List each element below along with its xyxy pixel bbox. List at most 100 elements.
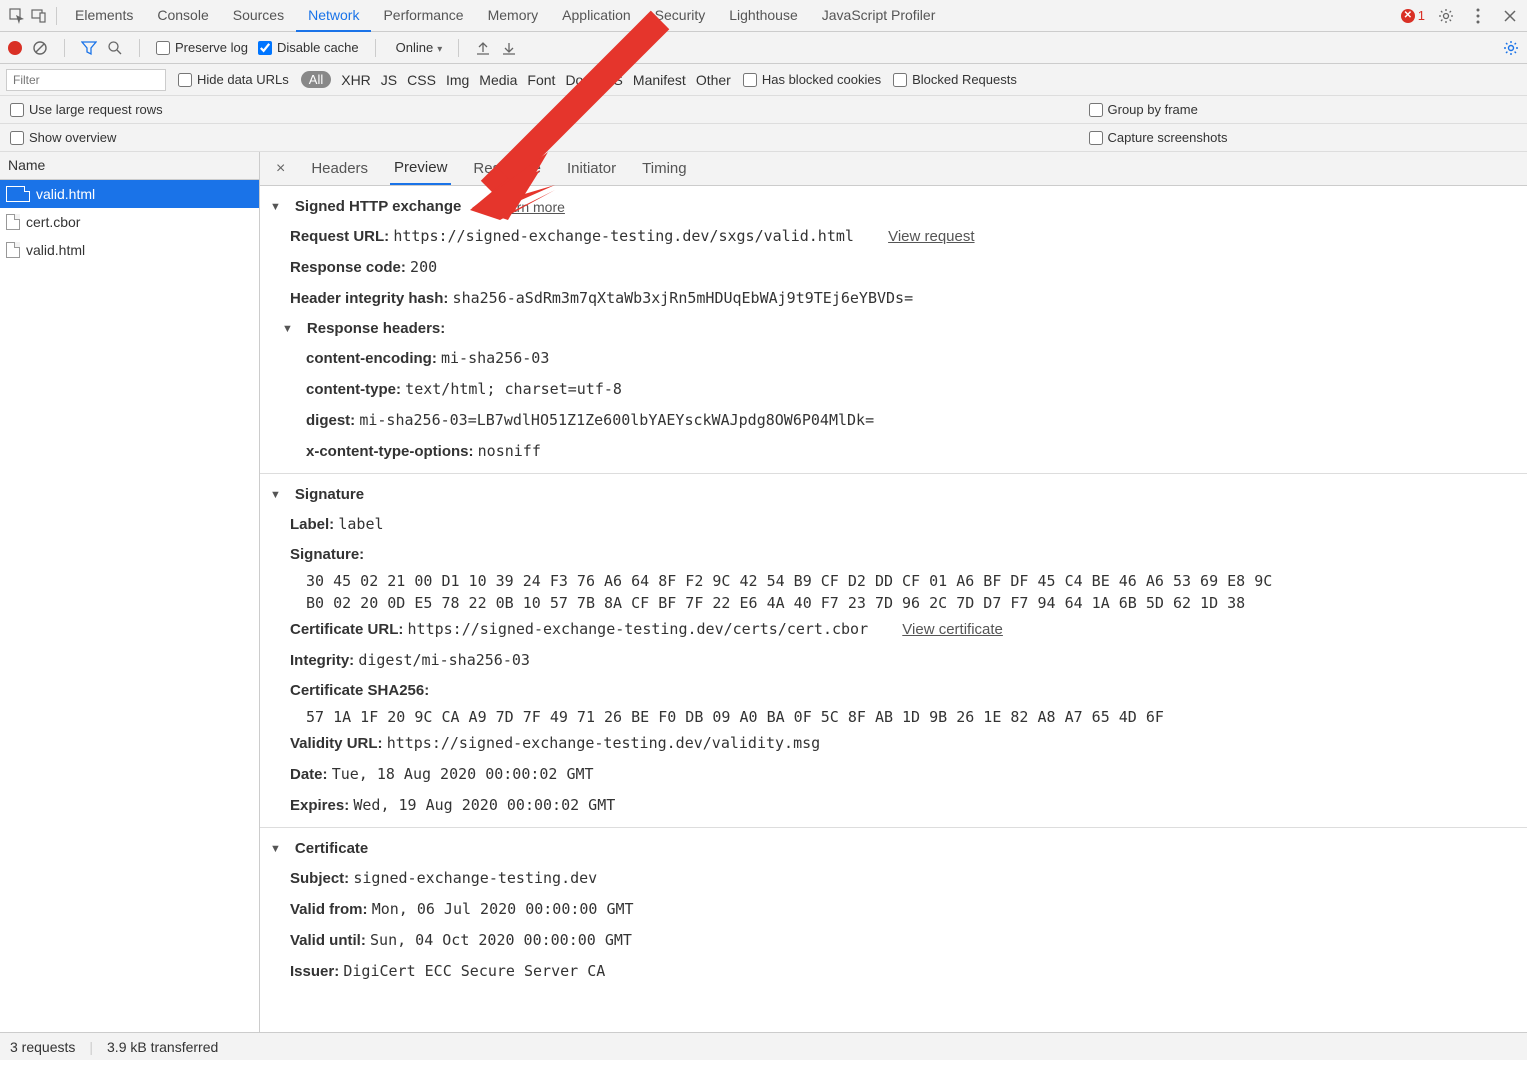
section-certificate-header[interactable]: ▼ Certificate	[260, 834, 1527, 863]
request-name: cert.cbor	[26, 214, 80, 230]
search-icon[interactable]	[107, 40, 123, 56]
cert-sha256-value: 57 1A 1F 20 9C CA A9 7D 7F 49 71 26 BE F…	[260, 706, 1527, 728]
devtools-top-bar: Elements Console Sources Network Perform…	[0, 0, 1527, 32]
rh-value: text/html; charset=utf-8	[405, 380, 622, 398]
rh-key: digest:	[306, 412, 355, 429]
separator	[139, 39, 140, 57]
throttling-select[interactable]: Online	[392, 40, 443, 55]
disable-cache-checkbox[interactable]: Disable cache	[258, 40, 359, 55]
section-response-headers[interactable]: ▼ Response headers:	[260, 314, 1527, 343]
valid-from-key: Valid from:	[290, 901, 368, 918]
download-har-icon[interactable]	[501, 40, 517, 56]
filter-type-other[interactable]: Other	[696, 72, 731, 88]
separator	[64, 39, 65, 57]
dtab-timing[interactable]: Timing	[638, 153, 690, 184]
tab-performance[interactable]: Performance	[371, 0, 475, 32]
subject-value: signed-exchange-testing.dev	[353, 869, 597, 887]
close-detail-icon[interactable]: ×	[272, 160, 289, 178]
filter-type-xhr[interactable]: XHR	[341, 72, 371, 88]
valid-until-key: Valid until:	[290, 932, 366, 949]
clear-icon[interactable]	[32, 40, 48, 56]
tab-memory[interactable]: Memory	[476, 0, 551, 32]
tab-jsprofiler[interactable]: JavaScript Profiler	[810, 0, 948, 32]
dtab-preview[interactable]: Preview	[390, 152, 451, 185]
section-signature-header[interactable]: ▼ Signature	[260, 480, 1527, 509]
request-url-value: https://signed-exchange-testing.dev/sxgs…	[393, 227, 854, 245]
view-certificate-link[interactable]: View certificate	[902, 621, 1003, 638]
upload-har-icon[interactable]	[475, 40, 491, 56]
valid-from-value: Mon, 06 Jul 2020 00:00:00 GMT	[372, 900, 634, 918]
tab-sources[interactable]: Sources	[221, 0, 296, 32]
request-row[interactable]: valid.html	[0, 236, 259, 264]
request-row[interactable]: cert.cbor	[0, 208, 259, 236]
has-blocked-cookies-checkbox[interactable]: Has blocked cookies	[743, 72, 881, 87]
close-devtools-icon[interactable]	[1499, 5, 1521, 27]
group-by-frame-checkbox[interactable]: Group by frame	[1089, 102, 1198, 117]
tab-elements[interactable]: Elements	[63, 0, 145, 32]
kv-rh-0: content-encoding: mi-sha256-03	[260, 343, 1527, 374]
preserve-log-label: Preserve log	[175, 40, 248, 55]
filter-type-img[interactable]: Img	[446, 72, 469, 88]
settings-gear-icon[interactable]	[1435, 5, 1457, 27]
show-overview-checkbox[interactable]: Show overview	[10, 130, 116, 145]
status-divider: |	[89, 1039, 93, 1055]
network-settings-icon[interactable]	[1503, 40, 1519, 56]
request-row[interactable]: valid.html	[0, 180, 259, 208]
dtab-response[interactable]: Response	[469, 153, 545, 184]
more-icon[interactable]	[1467, 5, 1489, 27]
filter-input[interactable]	[6, 69, 166, 91]
dtab-initiator[interactable]: Initiator	[563, 153, 620, 184]
section-sxg-title: Signed HTTP exchange	[295, 198, 461, 215]
kv-valid-until: Valid until: Sun, 04 Oct 2020 00:00:00 G…	[260, 925, 1527, 956]
capture-screenshots-checkbox[interactable]: Capture screenshots	[1089, 130, 1228, 145]
filter-icon[interactable]	[81, 40, 97, 56]
error-count[interactable]: ✕ 1	[1401, 8, 1425, 23]
filter-type-all[interactable]: All	[301, 71, 331, 88]
blocked-requests-checkbox[interactable]: Blocked Requests	[893, 72, 1017, 87]
tab-security[interactable]: Security	[643, 0, 718, 32]
signature-hex-2: B0 02 20 0D E5 78 22 0B 10 57 7B 8A CF B…	[260, 592, 1527, 614]
filter-type-manifest[interactable]: Manifest	[633, 72, 686, 88]
subject-key: Subject:	[290, 870, 349, 887]
rh-key: x-content-type-options:	[306, 443, 473, 460]
kv-rh-1: content-type: text/html; charset=utf-8	[260, 374, 1527, 405]
hide-data-urls-checkbox[interactable]: Hide data URLs	[178, 72, 289, 87]
learn-more-link[interactable]: Learn more	[493, 199, 565, 215]
filter-type-font[interactable]: Font	[527, 72, 555, 88]
view-request-link[interactable]: View request	[888, 228, 974, 245]
filter-type-doc[interactable]: Doc	[565, 72, 590, 88]
expires-value: Wed, 19 Aug 2020 00:00:02 GMT	[353, 796, 615, 814]
detail-tabs: × Headers Preview Response Initiator Tim…	[260, 152, 1527, 186]
integrity-key: Integrity:	[290, 652, 354, 669]
use-large-rows-checkbox[interactable]: Use large request rows	[10, 102, 163, 117]
filter-type-media[interactable]: Media	[479, 72, 517, 88]
kv-rh-3: x-content-type-options: nosniff	[260, 436, 1527, 467]
inspect-icon[interactable]	[6, 5, 28, 27]
kv-integrity: Integrity: digest/mi-sha256-03	[260, 645, 1527, 676]
filter-type-css[interactable]: CSS	[407, 72, 436, 88]
kv-issuer: Issuer: DigiCert ECC Secure Server CA	[260, 956, 1527, 987]
blocked-requests-label: Blocked Requests	[912, 72, 1017, 87]
disable-cache-label: Disable cache	[277, 40, 359, 55]
signature-key: Signature:	[290, 546, 364, 563]
section-sxg-header[interactable]: ▼ Signed HTTP exchange Learn more	[260, 192, 1527, 221]
request-name: valid.html	[36, 186, 95, 202]
record-button[interactable]	[8, 41, 22, 55]
file-icon	[6, 214, 20, 230]
preserve-log-checkbox[interactable]: Preserve log	[156, 40, 248, 55]
section-certificate-title: Certificate	[295, 840, 368, 857]
tab-network[interactable]: Network	[296, 0, 371, 32]
error-count-value: 1	[1418, 8, 1425, 23]
signature-hex-1: 30 45 02 21 00 D1 10 39 24 F3 76 A6 64 8…	[260, 570, 1527, 592]
device-toggle-icon[interactable]	[28, 5, 50, 27]
issuer-key: Issuer:	[290, 963, 339, 980]
error-icon: ✕	[1401, 9, 1415, 23]
tab-console[interactable]: Console	[145, 0, 220, 32]
tab-lighthouse[interactable]: Lighthouse	[717, 0, 810, 32]
tab-application[interactable]: Application	[550, 0, 643, 32]
request-list-header[interactable]: Name	[0, 152, 259, 180]
filter-type-js[interactable]: JS	[381, 72, 397, 88]
filter-type-ws[interactable]: WS	[600, 72, 623, 88]
group-by-frame-label: Group by frame	[1108, 102, 1198, 117]
dtab-headers[interactable]: Headers	[307, 153, 372, 184]
